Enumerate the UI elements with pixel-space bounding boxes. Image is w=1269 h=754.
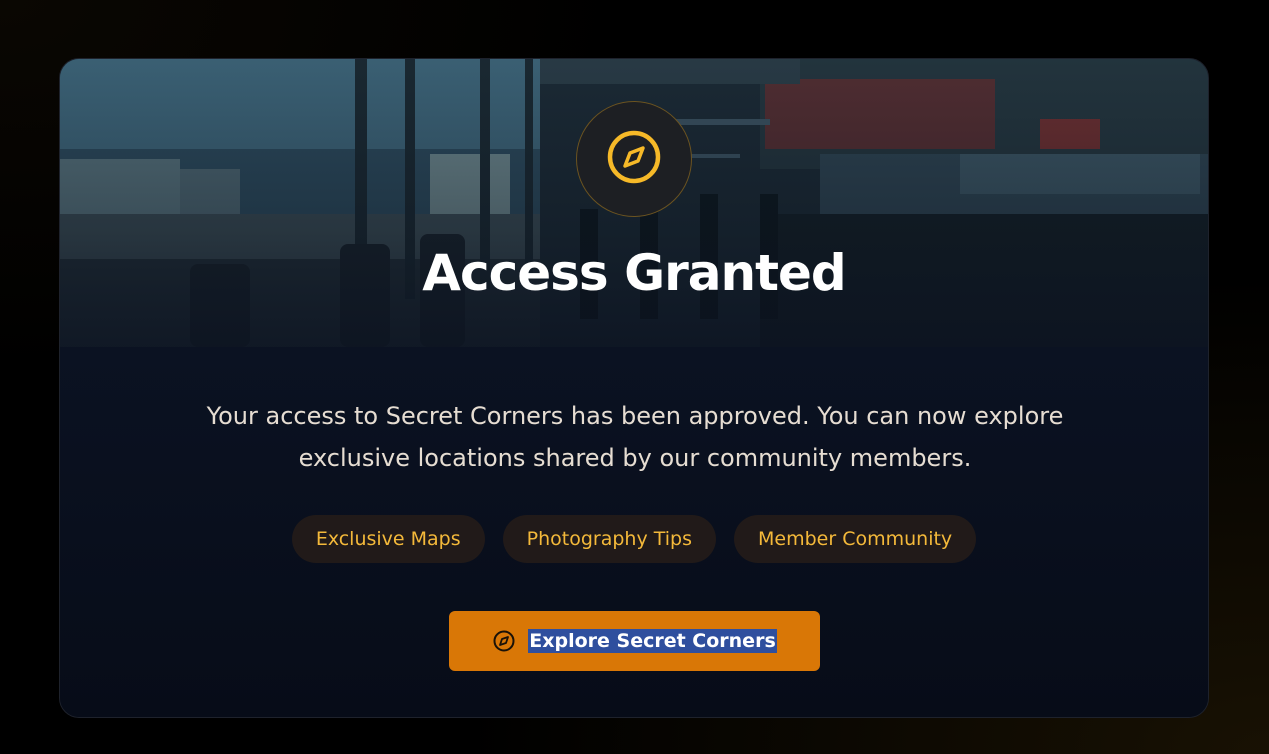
tag-member-community: Member Community [734,515,977,563]
access-card: Access Granted Your access to Secret Cor… [59,58,1209,718]
explore-secret-corners-button[interactable]: Explore Secret Corners [449,611,820,671]
badge-circle [576,101,692,217]
tag-exclusive-maps: Exclusive Maps [291,515,485,563]
explore-button-label: Explore Secret Corners [528,629,777,653]
feature-tags: Exclusive Maps Photography Tips Member C… [60,515,1208,563]
tag-photography-tips: Photography Tips [502,515,717,563]
page-title: Access Granted [422,244,846,302]
access-description: Your access to Secret Corners has been a… [206,402,1064,472]
compass-icon [492,629,516,653]
hero-image: Access Granted [60,59,1208,347]
card-body: Your access to Secret Corners has been a… [60,347,1208,717]
compass-icon [605,128,663,190]
page-background: Access Granted Your access to Secret Cor… [0,0,1269,754]
